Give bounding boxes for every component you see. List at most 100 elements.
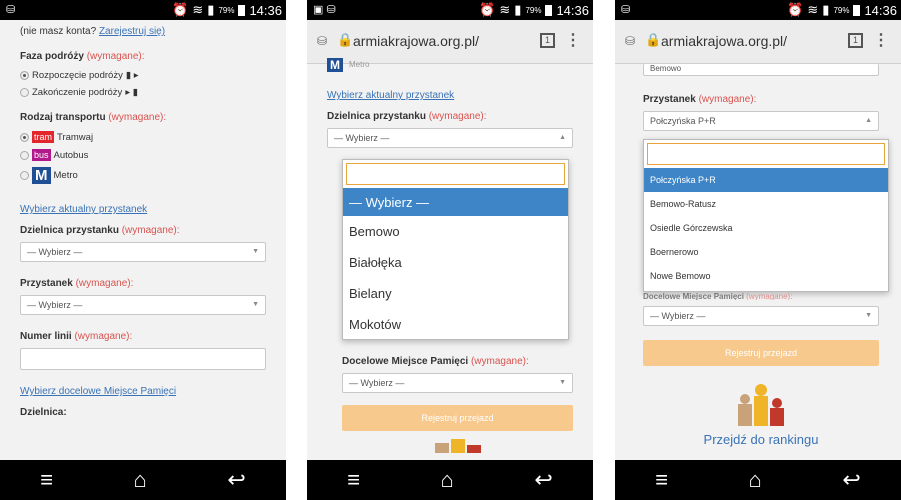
memorial-link[interactable]: Wybierz docelowe Miejsce Pamięci [20,386,176,397]
url-text[interactable]: armiakrajowa.org.pl/ [661,33,791,49]
district-select[interactable]: — Wybierz — ▲ [327,128,573,148]
dropdown-option[interactable]: Połczyńska P+R [644,168,888,192]
home-icon[interactable]: ⌂ [134,467,147,493]
back-icon[interactable]: ↩ [842,467,860,493]
select-value: — Wybierz — [650,311,706,321]
required-marker: (wymagane): [428,111,487,122]
metro-icon: M [327,58,343,72]
district-dropdown: — Wybierz — Bemowo Białołęka Bielany Mok… [342,159,569,340]
target-label: Docelowe Miejsce Pamięci [342,356,469,367]
select-value: — Wybierz — [27,300,83,310]
radio-phase-start[interactable]: Rozpoczęcie podróży ▮ ▸ [20,70,266,81]
menu-icon[interactable]: ≡ [40,467,53,493]
url-text[interactable]: armiakrajowa.org.pl/ [353,33,483,49]
status-bar: ⛁ ⏰ ≋ ▮ 79% 14:36 [0,0,286,20]
dropdown-option[interactable]: Białołęka [343,247,568,278]
chevron-up-icon: ▲ [865,117,872,124]
dropdown-option[interactable]: Mokotów [343,309,568,340]
chevron-down-icon: ▼ [252,301,259,308]
target-select[interactable]: — Wybierz — ▼ [643,306,879,326]
select-value: Bemowo [650,64,682,73]
dropdown-option[interactable]: Bemowo [343,216,568,247]
stop-label: Przystanek [643,94,696,105]
stop-label: Przystanek [20,278,73,289]
back-icon[interactable]: ↩ [227,467,245,493]
radio-label: Metro [53,170,78,181]
target-label: Docelowe Miejsce Pamięci [643,292,744,300]
android-nav-bar: ≡ ⌂ ↩ [0,460,286,500]
dropdown-option[interactable]: Bielany [343,278,568,309]
required-marker: (wymagane): [86,51,145,62]
overflow-menu-icon[interactable]: ⋮ [565,30,581,50]
register-link[interactable]: Zarejestruj się) [99,26,165,37]
home-icon[interactable]: ⌂ [749,467,762,493]
choose-stop-link[interactable]: Wybierz aktualny przystanek [327,90,454,101]
dropdown-option[interactable]: Nowe Bemowo [644,264,888,288]
dropdown-option[interactable]: Boernerowo [644,240,888,264]
usb-icon: ▣ ⛁ [313,4,336,16]
district-label: Dzielnica przystanku [20,225,119,236]
tab-switcher-icon[interactable]: 1 [848,33,863,48]
lock-icon: 🔒 [645,32,662,47]
android-nav-bar: ≡ ⌂ ↩ [615,460,901,500]
battery-icon [545,4,553,16]
clock: 14:36 [249,2,282,18]
signal-icon: ▮ [514,2,522,17]
radio-button[interactable] [20,132,29,142]
radio-phase-end[interactable]: Zakończenie podróży ▸ ▮ [20,87,266,98]
required-marker: (wymagane): [470,356,529,367]
battery-percent: 79% [833,5,850,15]
status-bar: ⛁ ⏰ ≋ ▮ 79% 14:36 [615,0,901,20]
dropdown-option[interactable]: Bemowo-Ratusz [644,192,888,216]
battery-percent: 79% [218,5,235,15]
stop-select[interactable]: Połczyńska P+R ▲ [643,111,879,131]
browser-url-bar: ⛁ 🔒 armiakrajowa.org.pl/ 1 ⋮ [615,20,901,64]
dropdown-search-input[interactable] [647,143,885,165]
play-start-icon: ▮ ▸ [125,70,139,81]
back-icon[interactable]: ↩ [534,467,552,493]
metro-label: Metro [349,60,370,69]
radio-tram[interactable]: tram Tramwaj [20,131,266,143]
overflow-menu-icon[interactable]: ⋮ [873,30,889,50]
select-value: — Wybierz — [349,378,405,388]
phase-label: Faza podróży [20,51,84,62]
dropdown-option[interactable]: Osiedle Górczewska [644,216,888,240]
clock: 14:36 [864,2,897,18]
district-short-label: Dzielnica: [20,407,67,418]
home-icon[interactable]: ⌂ [441,467,454,493]
phone-screen-2: ▣ ⛁ ⏰ ≋ ▮ 79% 14:36 ⛁ 🔒 armiakrajowa.org… [307,0,593,500]
line-number-input[interactable] [20,348,266,370]
ranking-link[interactable]: Przejdź do rankingu [643,432,879,447]
radio-button[interactable] [20,71,29,80]
radio-label: Rozpoczęcie podróży [32,70,123,81]
radio-bus[interactable]: bus Autobus [20,149,266,161]
district-select[interactable]: — Wybierz — ▼ [20,242,266,262]
chevron-down-icon: ▼ [865,312,872,319]
browser-url-bar: ⛁ 🔒 armiakrajowa.org.pl/ 1 ⋮ [307,20,593,64]
register-ride-button[interactable]: Rejestruj przejazd [342,405,573,431]
select-value: — Wybierz — [27,247,83,257]
radio-button[interactable] [20,150,29,160]
dropdown-option[interactable]: — Wybierz — [343,188,568,216]
tab-switcher-icon[interactable]: 1 [540,33,555,48]
ranking-podium-icon [342,439,573,453]
stop-select[interactable]: — Wybierz — ▼ [20,295,266,315]
dropdown-search-input[interactable] [346,163,565,185]
line-number-label: Numer linii [20,331,72,342]
menu-icon[interactable]: ≡ [347,467,360,493]
choose-stop-link[interactable]: Wybierz aktualny przystanek [20,204,147,215]
radio-button[interactable] [20,171,29,180]
clock: 14:36 [556,2,589,18]
alarm-icon: ⏰ [172,2,189,17]
menu-icon[interactable]: ≡ [655,467,668,493]
bus-icon: bus [32,149,51,161]
district-select-partial[interactable]: Bemowo [643,64,879,76]
radio-button[interactable] [20,88,29,97]
play-end-icon: ▸ ▮ [125,87,138,98]
select-value: — Wybierz — [334,133,390,143]
target-select[interactable]: — Wybierz — ▼ [342,373,573,393]
required-marker: (wymagane): [74,331,133,342]
radio-metro[interactable]: M Metro [20,167,266,184]
register-ride-button[interactable]: Rejestruj przejazd [643,340,879,366]
site-icon: ⛁ [625,34,636,48]
